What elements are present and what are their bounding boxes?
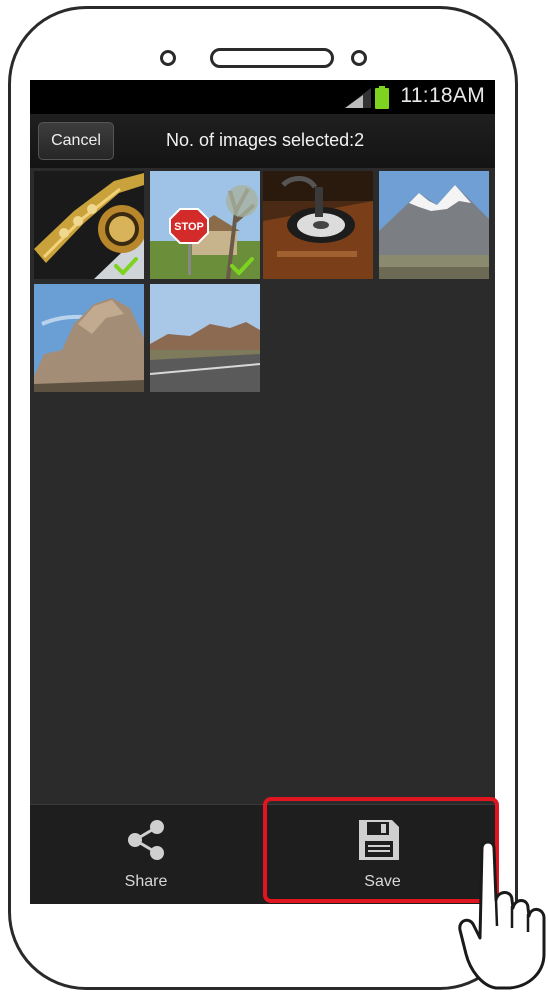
- selected-check-icon: [114, 257, 138, 275]
- selected-check-icon: [230, 257, 254, 275]
- action-bar: Cancel No. of images selected:2: [30, 114, 495, 168]
- share-label: Share: [124, 873, 168, 890]
- signal-icon: [345, 88, 371, 108]
- image-thumbnail-rock-formation[interactable]: [34, 284, 144, 392]
- image-thumbnail-desert-road[interactable]: [150, 284, 260, 392]
- image-thumbnail-stop-sign[interactable]: STOP: [150, 171, 260, 279]
- status-time: 11:18AM: [400, 84, 485, 107]
- image-thumbnail-mountain[interactable]: [379, 171, 489, 279]
- phone-speaker: [210, 48, 334, 68]
- image-thumbnail-record-player[interactable]: [263, 171, 373, 279]
- stop-sign-text: STOP: [174, 221, 204, 233]
- share-icon: [128, 820, 164, 860]
- phone-screen: 11:18AM Cancel No. of images selected:2: [30, 80, 495, 904]
- battery-icon: [375, 86, 389, 109]
- share-button[interactable]: Share: [30, 805, 262, 904]
- front-camera-right: [351, 50, 367, 66]
- selection-count-title: No. of images selected:2: [166, 130, 365, 150]
- status-bar: 11:18AM: [30, 80, 495, 114]
- image-thumbnail-saxophone[interactable]: [34, 171, 144, 279]
- front-camera-left: [160, 50, 176, 66]
- cancel-button[interactable]: Cancel: [38, 122, 114, 160]
- pointing-hand-icon: [458, 840, 546, 990]
